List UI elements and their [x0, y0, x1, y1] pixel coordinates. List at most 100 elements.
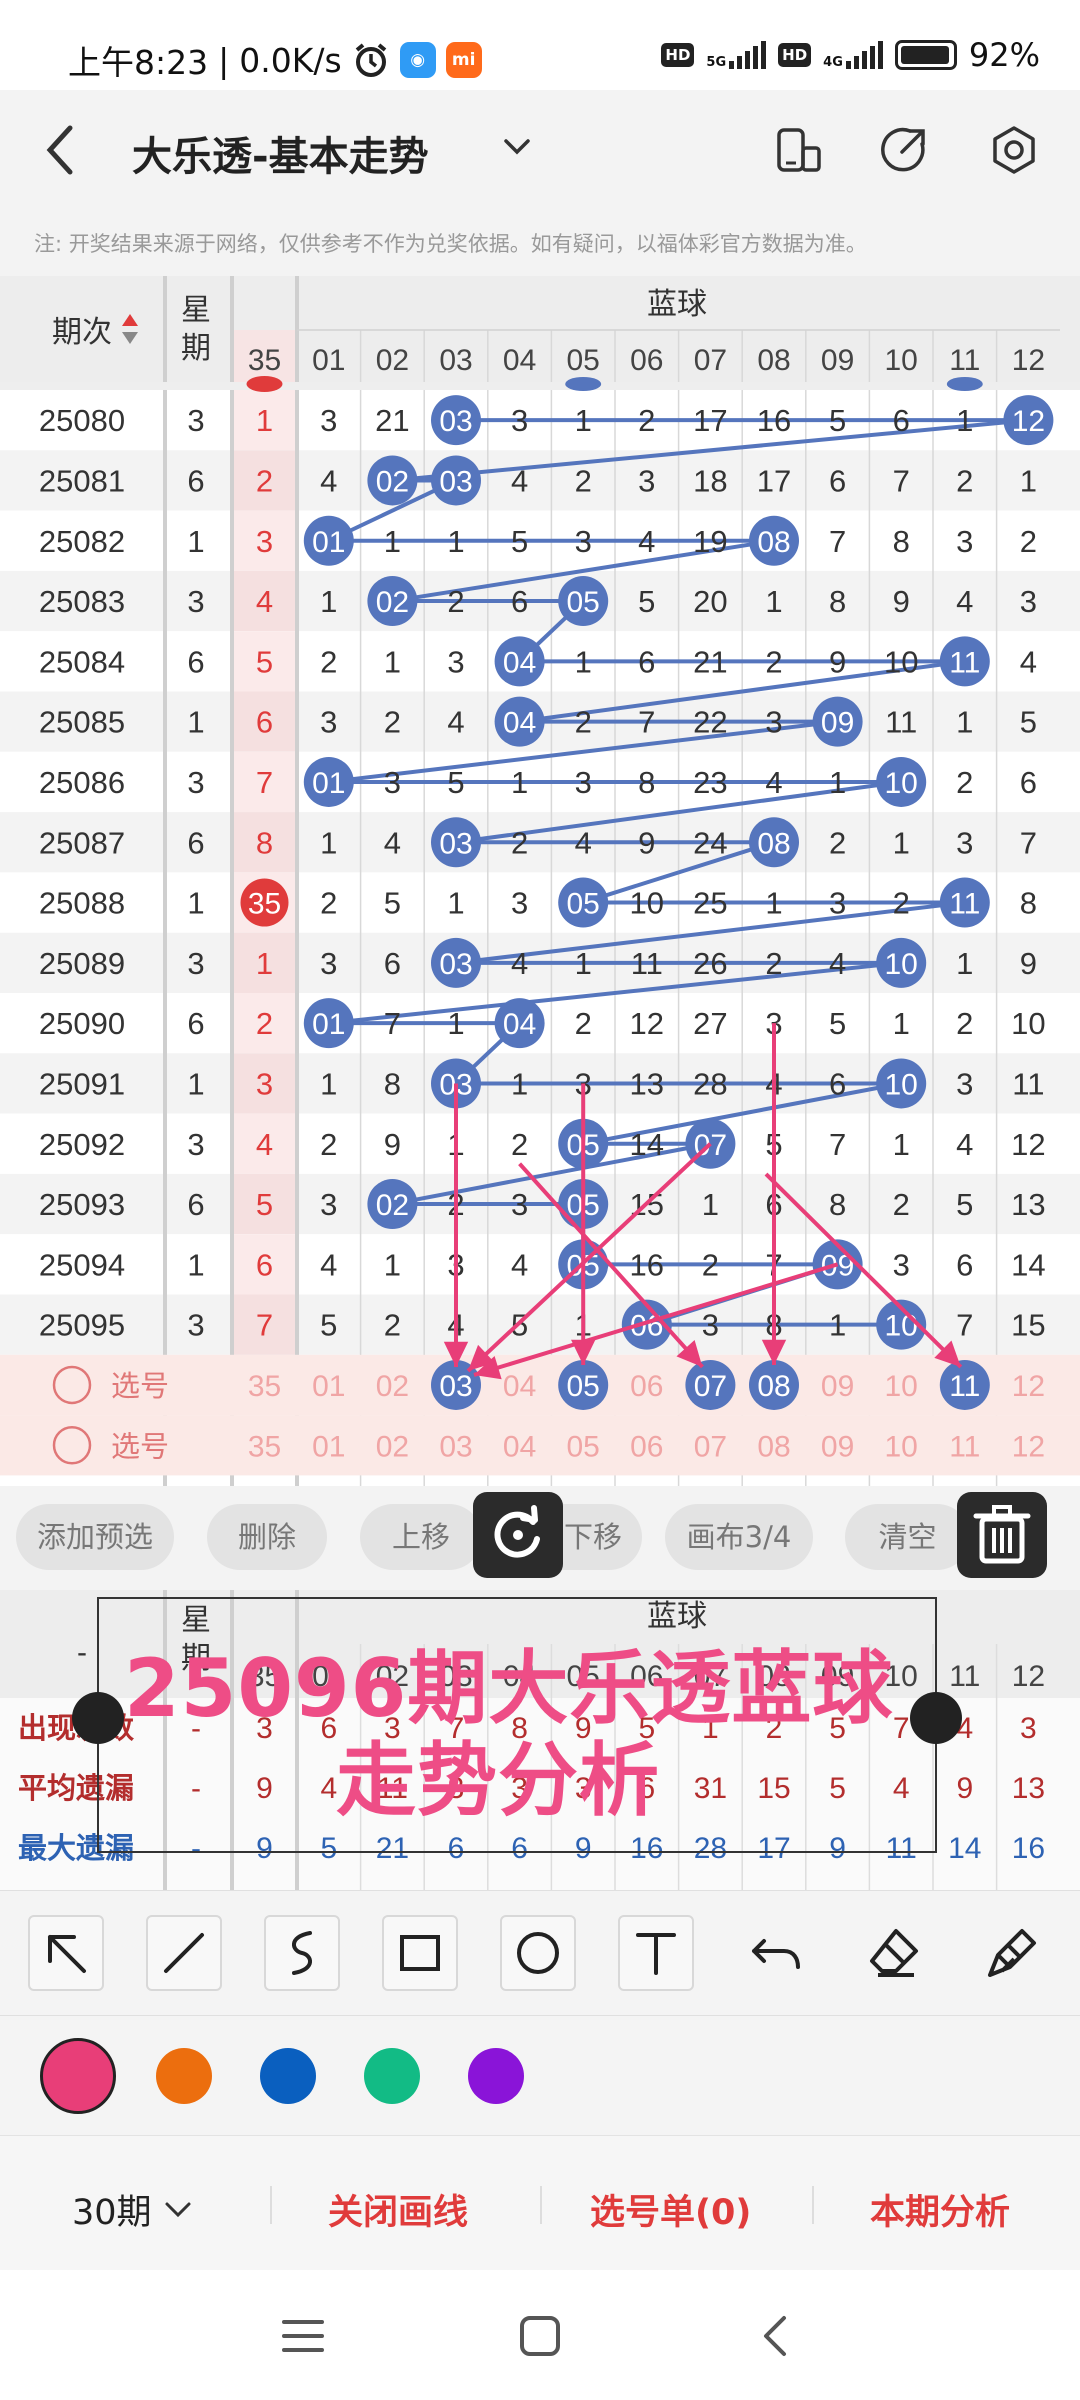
- miss-count: 2: [893, 886, 910, 921]
- arrow-tool-button[interactable]: [28, 1915, 104, 1991]
- redo-canvas-button[interactable]: [473, 1492, 563, 1578]
- settings-button[interactable]: [988, 124, 1040, 176]
- miss-count: 2: [638, 403, 655, 438]
- add-preselect-button[interactable]: 添加预选: [16, 1504, 174, 1570]
- miss-count: 9: [384, 1127, 401, 1162]
- stats-value: 17: [757, 1832, 790, 1865]
- header-week-2: 期: [181, 332, 211, 365]
- home-icon[interactable]: [516, 2312, 564, 2360]
- miss-count: 2: [702, 1247, 719, 1282]
- canvas-button[interactable]: 画布3/4: [665, 1504, 813, 1570]
- title-bar: 大乐透-基本走势: [0, 90, 1080, 210]
- page-title[interactable]: 大乐透-基本走势: [132, 124, 429, 182]
- stats-value: 9: [829, 1832, 846, 1865]
- clear-button[interactable]: 清空: [845, 1504, 970, 1570]
- stats-row-label: 最大遗漏: [18, 1832, 134, 1865]
- miss-count: 19: [693, 524, 727, 559]
- rectangle-tool-button[interactable]: [382, 1915, 458, 1991]
- back-button[interactable]: [40, 120, 80, 192]
- miss-count: 25: [693, 886, 727, 921]
- header-col-10: 10: [885, 344, 918, 377]
- miss-count: 8: [893, 524, 910, 559]
- col35-miss: 3: [256, 1066, 273, 1101]
- blue-ball-number: 01: [312, 767, 345, 800]
- table-row: [0, 1234, 1080, 1295]
- line-tool-button[interactable]: [146, 1915, 222, 1991]
- miss-count: 8: [384, 1066, 401, 1101]
- orientation-button[interactable]: [772, 124, 824, 176]
- miss-count: 6: [1020, 765, 1037, 800]
- line-tool-icon: [164, 1933, 204, 1973]
- pick-35: 35: [248, 1370, 281, 1403]
- period-cell: 25087: [39, 825, 125, 860]
- pick-number: 09: [821, 1430, 854, 1463]
- color-swatch[interactable]: [364, 2048, 420, 2104]
- major-divider: [163, 276, 167, 1486]
- pick-number: 01: [312, 1430, 345, 1463]
- color-swatch[interactable]: [468, 2048, 524, 2104]
- miss-count: 4: [575, 825, 592, 860]
- undo-button[interactable]: [738, 1915, 814, 1991]
- menu-icon[interactable]: [280, 2314, 326, 2358]
- blue-ball-number: 05: [567, 586, 600, 619]
- blue-ball-number: 02: [376, 465, 409, 498]
- resize-handle-right[interactable]: [910, 1692, 962, 1744]
- eraser-button[interactable]: [856, 1915, 932, 1991]
- header-col-06: 06: [630, 344, 663, 377]
- col35-miss: 5: [256, 1187, 273, 1222]
- delete-button[interactable]: 删除: [207, 1504, 327, 1570]
- miss-count: 5: [956, 1187, 973, 1222]
- col35-miss: 4: [256, 1127, 273, 1162]
- major-divider: [230, 276, 234, 1486]
- header-col-02: 02: [376, 344, 409, 377]
- miss-count: 2: [511, 825, 528, 860]
- miss-count: 1: [575, 403, 592, 438]
- miss-count: 1: [956, 705, 973, 740]
- miss-count: 6: [511, 584, 528, 619]
- trash-button[interactable]: [957, 1492, 1047, 1578]
- period-cell: 25081: [39, 463, 125, 498]
- color-swatch[interactable]: [40, 2038, 116, 2114]
- undo-icon: [752, 1939, 800, 1969]
- miss-count: 2: [320, 1127, 337, 1162]
- col35-miss: 3: [256, 524, 273, 559]
- period-select[interactable]: 30期: [72, 2184, 194, 2235]
- miss-count: 5: [1020, 705, 1037, 740]
- pick-list-button[interactable]: 选号单(0): [590, 2184, 751, 2235]
- close-lines-button[interactable]: 关闭画线: [328, 2184, 468, 2235]
- blue-ball-number: 04: [503, 707, 536, 740]
- period-analysis-button[interactable]: 本期分析: [870, 2184, 1010, 2235]
- miss-count: 3: [956, 1066, 973, 1101]
- clear-lines-button[interactable]: [974, 1915, 1050, 1991]
- text-tool-button[interactable]: [618, 1915, 694, 1991]
- back-nav-icon[interactable]: [756, 2312, 796, 2360]
- miss-count: 6: [893, 403, 910, 438]
- pick-number: 08: [757, 1430, 790, 1463]
- col35-miss: 2: [256, 1006, 273, 1041]
- miss-count: 9: [893, 584, 910, 619]
- move-up-button[interactable]: 上移: [360, 1504, 482, 1570]
- miss-count: 4: [956, 584, 973, 619]
- miss-count: 4: [1020, 644, 1037, 679]
- miss-count: 4: [511, 1247, 528, 1282]
- title-dropdown-button[interactable]: [500, 130, 534, 172]
- color-swatch[interactable]: [260, 2048, 316, 2104]
- major-divider: [295, 276, 299, 1486]
- miss-count: 5: [320, 1308, 337, 1343]
- miss-count: 3: [511, 403, 528, 438]
- blue-ball-number: 11: [949, 646, 980, 679]
- header-col-09: 09: [821, 344, 854, 377]
- resize-handle-left[interactable]: [72, 1692, 124, 1744]
- share-button[interactable]: [878, 124, 930, 176]
- miss-count: 7: [956, 1308, 973, 1343]
- stats-value: 31: [694, 1772, 727, 1805]
- miss-count: 2: [447, 584, 464, 619]
- week-cell: 3: [187, 1127, 204, 1162]
- alarm-icon: [355, 43, 386, 77]
- freehand-tool-button[interactable]: [264, 1915, 340, 1991]
- color-swatch[interactable]: [156, 2048, 212, 2104]
- miss-count: 5: [638, 584, 655, 619]
- col35-miss: 7: [256, 1308, 273, 1343]
- trend-table[interactable]: 期次星期蓝球 35 01 02 03 04 05 06 07 08 09 10 11 12 25080 3 1 3…: [0, 276, 1080, 1486]
- circle-tool-button[interactable]: [500, 1915, 576, 1991]
